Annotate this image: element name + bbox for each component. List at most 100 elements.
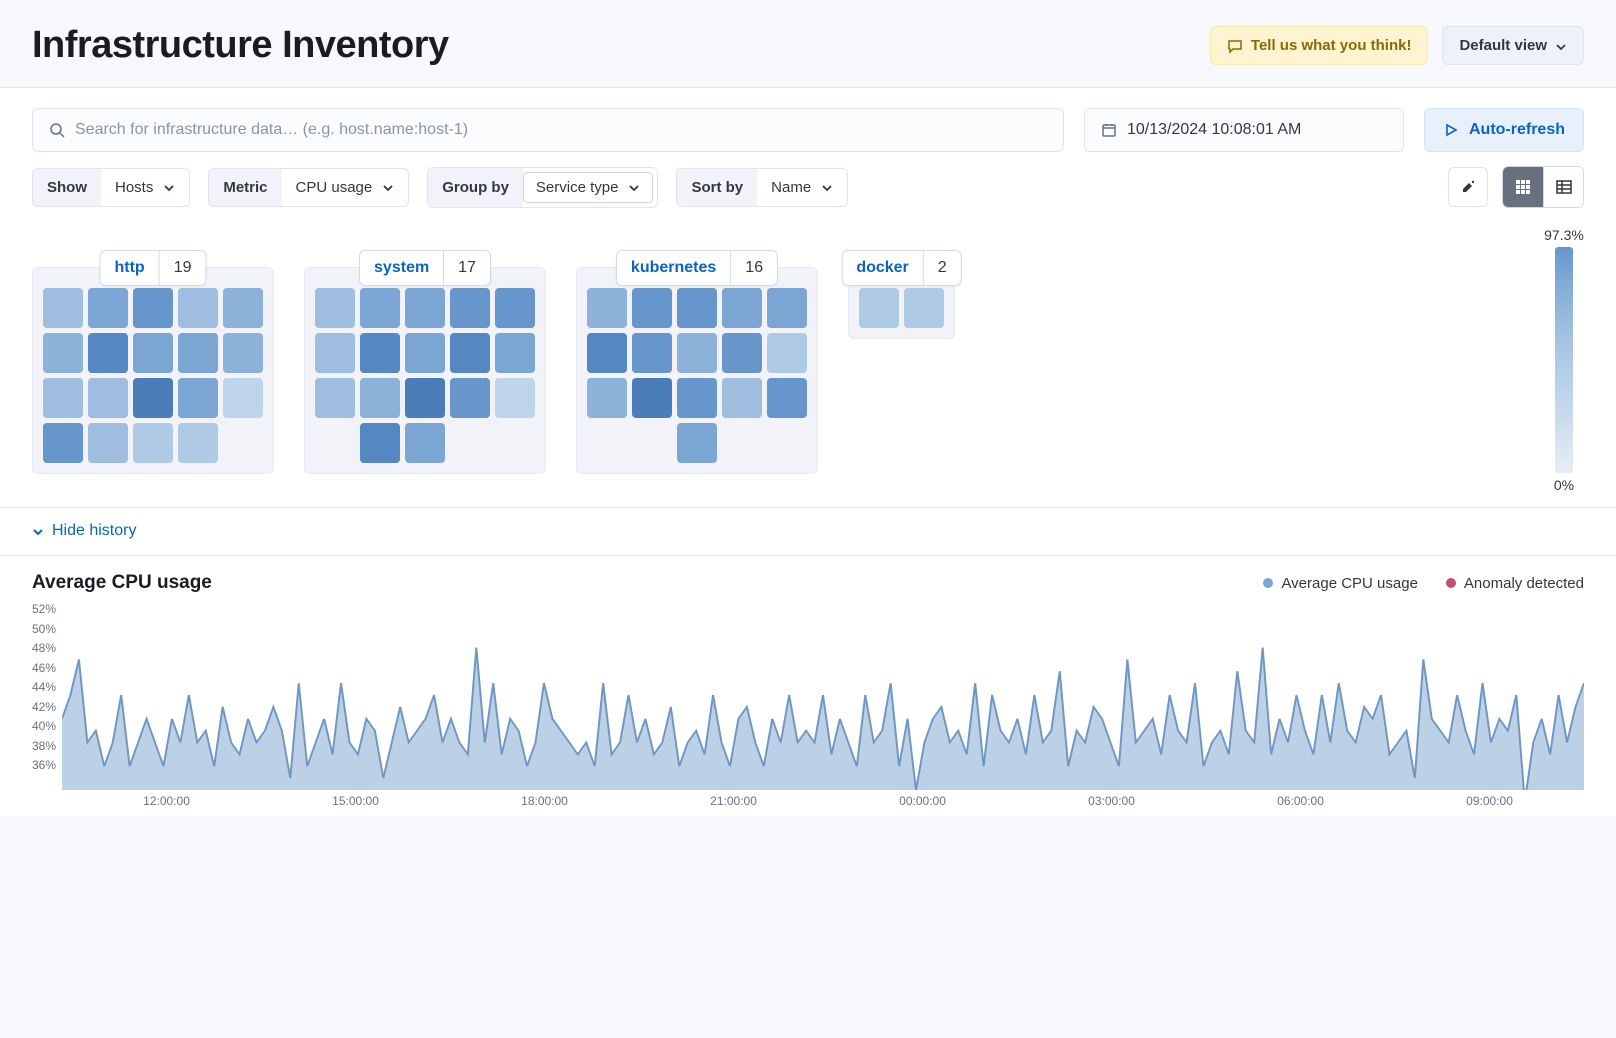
host-cell[interactable]: [133, 423, 173, 463]
sortby-filter: Sort by Name: [676, 168, 848, 207]
host-cell[interactable]: [405, 333, 445, 373]
host-cell[interactable]: [223, 333, 263, 373]
host-cell[interactable]: [223, 378, 263, 418]
host-cell[interactable]: [360, 333, 400, 373]
host-cell[interactable]: [632, 333, 672, 373]
group-count: 2: [923, 251, 961, 285]
host-cell[interactable]: [767, 333, 807, 373]
host-cell[interactable]: [767, 288, 807, 328]
host-cell[interactable]: [495, 333, 535, 373]
view-selector-button[interactable]: Default view: [1442, 26, 1584, 65]
host-cell[interactable]: [178, 423, 218, 463]
host-cell[interactable]: [88, 288, 128, 328]
legend-options-button[interactable]: [1448, 167, 1488, 207]
host-cell[interactable]: [495, 378, 535, 418]
host-cell[interactable]: [133, 333, 173, 373]
grid-view-button[interactable]: [1503, 167, 1543, 207]
host-cell[interactable]: [43, 423, 83, 463]
search-input[interactable]: [75, 121, 1047, 139]
datetime-picker[interactable]: 10/13/2024 10:08:01 AM: [1084, 108, 1404, 152]
show-filter: Show Hosts: [32, 168, 190, 207]
group-name-link[interactable]: http: [101, 251, 159, 285]
host-cell[interactable]: [722, 288, 762, 328]
host-cell[interactable]: [677, 333, 717, 373]
host-cell[interactable]: [43, 378, 83, 418]
group-count: 17: [443, 251, 490, 285]
host-cell[interactable]: [450, 333, 490, 373]
host-cell[interactable]: [88, 423, 128, 463]
host-cell[interactable]: [587, 333, 627, 373]
metric-filter: Metric CPU usage: [208, 168, 409, 207]
host-cell[interactable]: [450, 288, 490, 328]
show-filter-select[interactable]: Hosts: [101, 169, 189, 206]
legend-item[interactable]: Average CPU usage: [1263, 575, 1417, 592]
table-view-button[interactable]: [1543, 167, 1583, 207]
auto-refresh-button[interactable]: Auto-refresh: [1424, 108, 1584, 152]
play-icon: [1443, 122, 1459, 138]
host-cell[interactable]: [767, 378, 807, 418]
groups-container: http19system17kubernetes16docker2: [32, 227, 1526, 474]
chevron-down-icon: [628, 181, 640, 193]
host-cell[interactable]: [315, 333, 355, 373]
chevron-down-icon: [382, 181, 394, 193]
host-cell[interactable]: [450, 378, 490, 418]
host-cell[interactable]: [587, 288, 627, 328]
host-cell[interactable]: [133, 288, 173, 328]
host-cell[interactable]: [405, 288, 445, 328]
groupby-filter-select[interactable]: Service type: [523, 172, 654, 203]
color-scale-bar: [1555, 247, 1573, 473]
view-mode-toggle: [1502, 166, 1584, 208]
host-cell[interactable]: [178, 333, 218, 373]
host-cell[interactable]: [88, 378, 128, 418]
table-icon: [1556, 179, 1572, 195]
host-cell[interactable]: [904, 288, 944, 328]
chart-title: Average CPU usage: [32, 572, 212, 594]
host-cell[interactable]: [178, 288, 218, 328]
host-cell[interactable]: [43, 333, 83, 373]
legend-item[interactable]: Anomaly detected: [1446, 575, 1584, 592]
chart-plot[interactable]: 12:00:0015:00:0018:00:0021:00:0000:00:00…: [62, 600, 1584, 808]
host-cell[interactable]: [178, 378, 218, 418]
host-cell[interactable]: [133, 378, 173, 418]
group-name-link[interactable]: system: [360, 251, 443, 285]
y-tick: 48%: [32, 641, 56, 655]
groupby-filter-label: Group by: [428, 168, 523, 207]
host-cell[interactable]: [495, 288, 535, 328]
hide-history-toggle[interactable]: Hide history: [32, 522, 136, 540]
host-cell[interactable]: [360, 288, 400, 328]
auto-refresh-label: Auto-refresh: [1469, 121, 1565, 139]
host-cell[interactable]: [223, 288, 263, 328]
host-cell[interactable]: [360, 423, 400, 463]
host-cell[interactable]: [315, 288, 355, 328]
metric-filter-select[interactable]: CPU usage: [282, 169, 409, 206]
metric-filter-label: Metric: [209, 169, 281, 206]
host-cell[interactable]: [315, 378, 355, 418]
y-tick: 38%: [32, 739, 56, 753]
host-cell[interactable]: [632, 288, 672, 328]
host-cell[interactable]: [88, 333, 128, 373]
host-cell[interactable]: [677, 288, 717, 328]
comment-icon: [1227, 38, 1243, 54]
host-cell[interactable]: [632, 378, 672, 418]
chart-y-axis: 52%50%48%46%44%42%40%38%36%: [32, 602, 62, 772]
host-cell[interactable]: [859, 288, 899, 328]
group-name-link[interactable]: docker: [842, 251, 922, 285]
host-cell[interactable]: [722, 333, 762, 373]
host-cell[interactable]: [677, 378, 717, 418]
host-cell[interactable]: [587, 378, 627, 418]
host-cell[interactable]: [405, 423, 445, 463]
chevron-down-icon: [32, 525, 44, 537]
x-tick: 09:00:00: [1395, 794, 1584, 808]
host-cell[interactable]: [360, 378, 400, 418]
host-cell[interactable]: [677, 423, 717, 463]
group-count: 19: [159, 251, 206, 285]
host-cell[interactable]: [43, 288, 83, 328]
host-cell[interactable]: [722, 378, 762, 418]
sortby-filter-select[interactable]: Name: [757, 169, 847, 206]
group-name-link[interactable]: kubernetes: [617, 251, 730, 285]
chevron-down-icon: [1555, 40, 1567, 52]
host-cell[interactable]: [405, 378, 445, 418]
grid-icon: [1515, 179, 1531, 195]
search-box[interactable]: [32, 108, 1064, 152]
feedback-button[interactable]: Tell us what you think!: [1210, 26, 1429, 65]
